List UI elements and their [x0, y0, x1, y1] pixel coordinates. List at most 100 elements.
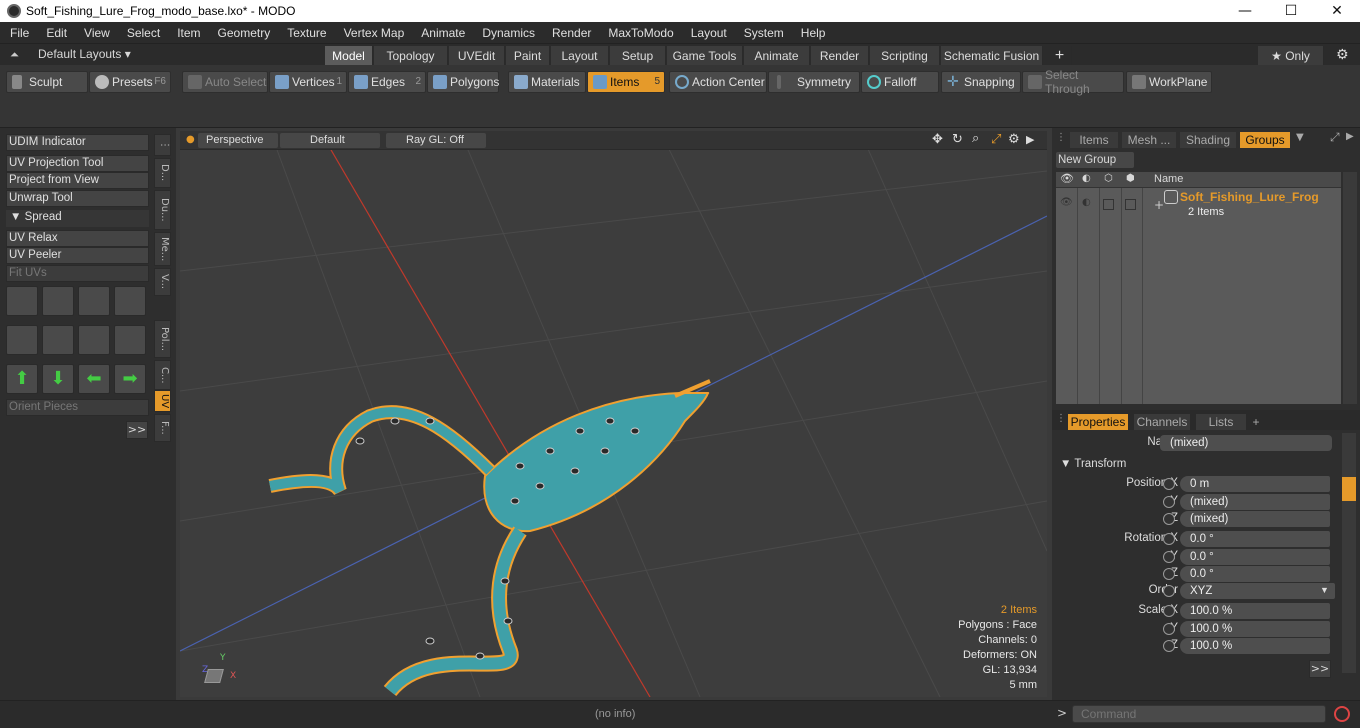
name-field[interactable]: (mixed) — [1160, 435, 1332, 451]
tab-game-tools[interactable]: Game Tools — [667, 46, 743, 65]
menu-edit[interactable]: Edit — [36, 26, 74, 40]
tab-model[interactable]: Model — [325, 46, 373, 65]
add-props-tab-button[interactable]: + — [1248, 414, 1264, 430]
vtab-v[interactable]: V... — [154, 268, 171, 296]
close-button[interactable]: ✕ — [1314, 0, 1360, 22]
frog-model[interactable] — [268, 379, 711, 697]
menu-view[interactable]: View — [74, 26, 117, 40]
tab-uvedit[interactable]: UVEdit — [449, 46, 505, 65]
rotate-view-icon[interactable]: ↻ — [952, 132, 963, 147]
workplane-button[interactable]: WorkPlane — [1126, 71, 1212, 93]
snapping-button[interactable]: ✛ Snapping — [941, 71, 1021, 93]
menu-item[interactable]: Item — [167, 26, 207, 40]
rotation-z-anim-dot[interactable] — [1163, 568, 1175, 580]
lock-icon[interactable]: ⬡ — [1104, 173, 1113, 184]
items-button[interactable]: Items 5 — [587, 71, 665, 93]
gear-icon[interactable]: ⚙ — [1336, 47, 1349, 63]
tab-paint[interactable]: Paint — [506, 46, 550, 65]
fit-view-icon[interactable]: ⤢ — [991, 132, 1001, 147]
position-z-field[interactable]: (mixed) — [1180, 511, 1330, 527]
arrow-down-icon[interactable]: ⬇ — [42, 364, 74, 394]
edges-button[interactable]: Edges 2 — [348, 71, 426, 93]
panel-arrow-icon[interactable]: ▶ — [1346, 131, 1354, 142]
scale-z-field[interactable]: 100.0 % — [1180, 638, 1330, 654]
menu-help[interactable]: Help — [791, 26, 833, 40]
props-menu-dots-icon[interactable]: ⋮ — [1056, 413, 1066, 424]
vtab-c[interactable]: C... — [154, 360, 171, 390]
project-from-view-button[interactable]: Project from View — [6, 172, 149, 189]
order-chevron-down-icon[interactable]: ▼ — [1320, 585, 1329, 595]
vtab-uv[interactable]: UV — [154, 390, 171, 412]
menu-maxtomodo[interactable]: MaxToModo — [598, 26, 680, 40]
move-view-icon[interactable]: ✥ — [932, 132, 943, 147]
action-center-button[interactable]: Action Center — [669, 71, 767, 93]
select-through-button[interactable]: Select Through — [1022, 68, 1124, 96]
menu-select[interactable]: Select — [117, 26, 167, 40]
uv-sphere-icon[interactable] — [114, 325, 146, 355]
viewport-menu-dot-icon[interactable]: ● — [186, 134, 195, 145]
tab-shading[interactable]: Shading — [1180, 132, 1236, 148]
menu-vertex-map[interactable]: Vertex Map — [334, 26, 412, 40]
uv-grid-icon[interactable] — [6, 325, 38, 355]
scale-x-field[interactable]: 100.0 % — [1180, 603, 1330, 619]
tab-lists[interactable]: Lists — [1196, 414, 1246, 430]
props-side-tabs[interactable] — [1342, 433, 1356, 673]
position-y-anim-dot[interactable] — [1163, 496, 1175, 508]
symmetry-button[interactable]: Symmetry — [768, 71, 860, 93]
props-more-button[interactable]: >> — [1309, 660, 1331, 678]
record-icon[interactable] — [1334, 706, 1350, 722]
orient-pieces-button[interactable]: Orient Pieces — [6, 399, 149, 416]
arrow-up-icon[interactable]: ⬆ — [6, 364, 38, 394]
menu-geometry[interactable]: Geometry — [208, 26, 278, 40]
row-select-checkbox[interactable] — [1125, 199, 1136, 210]
presets-button[interactable]: Presets F6 — [89, 71, 171, 93]
menu-file[interactable]: File — [0, 26, 36, 40]
raygl-toggle[interactable]: Ray GL: Off — [386, 133, 486, 148]
uv-pyramid-icon[interactable] — [78, 325, 110, 355]
fit-uvs-button[interactable]: Fit UVs — [6, 265, 149, 282]
row-eye-icon[interactable]: 👁 — [1060, 197, 1073, 208]
uv-projection-tool-button[interactable]: UV Projection Tool — [6, 155, 149, 172]
shading-dropdown[interactable]: Default — [280, 133, 380, 148]
vtab-menu-dots[interactable]: ⋮ — [154, 134, 171, 156]
uv-plane-icon[interactable] — [42, 325, 74, 355]
uv-cylinder-icon[interactable] — [42, 286, 74, 316]
rotation-x-anim-dot[interactable] — [1163, 533, 1175, 545]
uv-peeler-button[interactable]: UV Peeler — [6, 247, 149, 264]
menu-layout[interactable]: Layout — [681, 26, 734, 40]
tab-dropdown-icon[interactable]: ▼ — [1296, 132, 1304, 143]
vertices-button[interactable]: Vertices 1 — [269, 71, 347, 93]
row-render-icon[interactable]: ◐ — [1082, 197, 1091, 208]
auto-select-button[interactable]: Auto Select — [182, 71, 268, 93]
only-toggle[interactable]: ★ Only — [1258, 46, 1324, 65]
menu-texture[interactable]: Texture — [277, 26, 333, 40]
minimize-button[interactable]: — — [1222, 0, 1268, 22]
position-x-anim-dot[interactable] — [1163, 478, 1175, 490]
scale-y-anim-dot[interactable] — [1163, 623, 1175, 635]
order-anim-dot[interactable] — [1163, 585, 1175, 597]
command-input[interactable] — [1072, 705, 1326, 723]
groups-scrollbar[interactable] — [1343, 172, 1357, 404]
viewport-settings-icon[interactable]: ⚙ — [1008, 132, 1020, 147]
panel-expand-icon[interactable]: ⤢ — [1330, 130, 1340, 145]
rotation-x-field[interactable]: 0.0 ° — [1180, 531, 1330, 547]
udim-indicator-button[interactable]: UDIM Indicator — [6, 134, 149, 151]
more-tools-button[interactable]: >> — [126, 421, 148, 439]
menu-render[interactable]: Render — [542, 26, 598, 40]
default-layouts-dropdown[interactable]: Default Layouts ▾ — [38, 47, 131, 61]
materials-button[interactable]: Materials — [508, 71, 586, 93]
tab-channels[interactable]: Channels — [1134, 414, 1190, 430]
position-x-field[interactable]: 0 m — [1180, 476, 1330, 492]
viewport-canvas[interactable] — [180, 131, 1047, 697]
falloff-button[interactable]: Falloff — [861, 71, 939, 93]
tab-properties[interactable]: Properties — [1068, 414, 1128, 430]
uv-box-icon[interactable] — [114, 286, 146, 316]
group-row[interactable]: 👁 ◐ + Soft_Fishing_Lure_Frog 2 Items — [1056, 189, 1341, 223]
arrow-left-icon[interactable]: ⬅ — [78, 364, 110, 394]
tab-scripting[interactable]: Scripting — [870, 46, 940, 65]
transform-section[interactable]: ▼ Transform — [1052, 457, 1342, 474]
tab-schematic-fusion[interactable]: Schematic Fusion — [941, 46, 1043, 65]
new-group-button[interactable]: New Group — [1056, 152, 1134, 168]
uv-relax-button[interactable]: UV Relax — [6, 230, 149, 247]
vtab-d[interactable]: D... — [154, 158, 171, 188]
